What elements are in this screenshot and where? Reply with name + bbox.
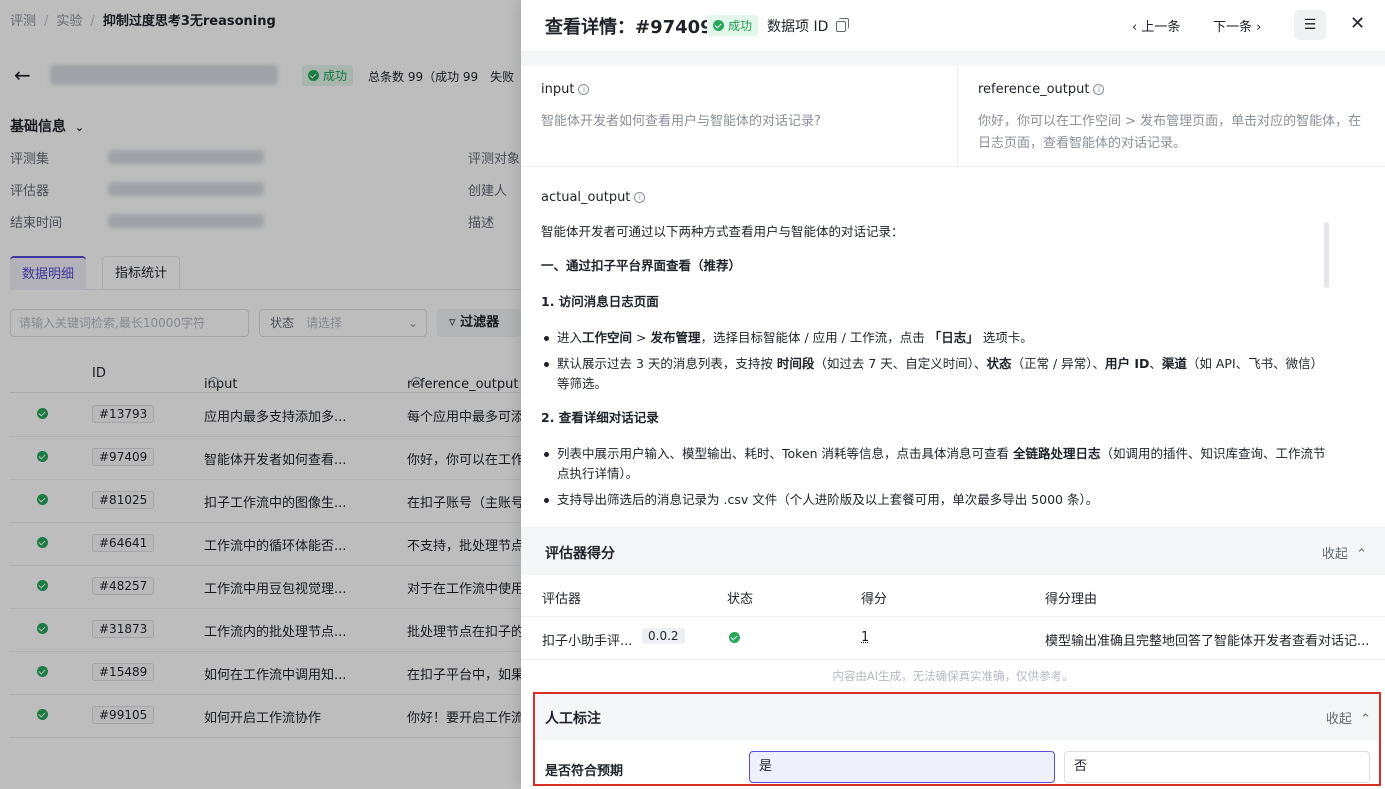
output-list: 进入工作空间 > 发布管理，选择目标智能体 / 应用 / 工作流，点击 「日志」… [541,328,1326,394]
output-intro: 智能体开发者可通过以下两种方式查看用户与智能体的对话记录： [541,224,904,239]
content-scrollbar[interactable] [1324,222,1329,288]
copy-icon[interactable] [836,18,850,32]
evaluator-section-header: 评估器得分 收起 ⌃ [521,527,1385,575]
chevron-left-icon: ‹ [1132,20,1138,35]
column-header-reason: 得分理由 [1045,592,1098,607]
info-icon[interactable]: i [634,192,646,203]
evaluator-table-header: 评估器 状态 得分 得分理由 [521,575,1385,617]
option-yes[interactable]: 是 [749,751,1055,783]
reference-label-text: reference_output [978,82,1090,97]
status-text: 成功 [728,19,753,33]
text-span: > [632,330,651,345]
reference-cell: reference_output i 你好，你可以在工作空间 > 发布管理页面，单… [958,66,1385,166]
input-value: 智能体开发者如何查看用户与智能体的对话记录? [541,114,821,129]
manual-collapse-button[interactable]: 收起 ⌃ [1326,708,1371,727]
text-span: （正常 / 异常）、 [1011,356,1105,371]
modal-overlay[interactable] [0,0,521,789]
column-header-score: 得分 [861,592,888,607]
drawer-title: 查看详情：#97409 [545,17,713,38]
data-id-label: 数据项 ID [767,19,829,35]
status-badge: 成功 [707,15,759,36]
bold-text: 渠道 [1161,356,1187,371]
data-id-copy[interactable]: 数据项 ID [767,16,850,36]
info-icon[interactable]: i [578,84,590,95]
actual-output-content: 智能体开发者可通过以下两种方式查看用户与智能体的对话记录： 一、通过扣子平台界面… [541,222,1326,517]
text-span: （如过去 7 天、自定义时间）、 [814,356,987,371]
info-icon[interactable]: i [1093,84,1105,95]
actual-output-label-text: actual_output [541,190,631,205]
text-span: 选项卡。 [978,330,1033,345]
evaluator-row: 扣子小助手评... 0.0.2 1 模型输出准确且完整地回答了智能体开发者查看对… [521,617,1385,660]
output-heading: 一、通过扣子平台界面查看（推荐） [541,258,742,273]
input-reference-row: input i 智能体开发者如何查看用户与智能体的对话记录? reference_… [521,66,1385,167]
prev-item-label: 上一条 [1141,20,1181,35]
actual-output-label: actual_output i [541,190,1331,205]
output-list-item: 列表中展示用户输入、模型输出、耗时、Token 消耗等信息，点击具体消息可查看 … [541,444,1326,484]
manual-annotation-title: 人工标注 [545,711,601,727]
evaluator-section-title: 评估器得分 [545,546,615,562]
chevron-right-icon: › [1256,20,1262,35]
column-header-evaluator: 评估器 [542,592,582,607]
text-span: 进入 [557,330,583,345]
ai-disclaimer: 内容由AI生成，无法确保真实准确，仅供参考。 [832,669,1074,683]
success-icon [729,632,740,643]
output-list-item: 支持导出筛选后的消息记录为 .csv 文件（个人进阶版及以上套餐可用，单次最多导… [541,490,1326,510]
chevron-up-icon: ⌃ [1360,712,1371,727]
bold-text: 全链路处理日志 [1013,446,1101,461]
column-header-status: 状态 [727,592,754,607]
settings-list-icon: ☰ [1303,17,1317,33]
bold-text: 「日志」 [928,330,979,345]
evaluator-reason: 模型输出准确且完整地回答了智能体开发者查看对话记... [1045,634,1370,649]
input-label-text: input [541,82,575,97]
bold-text: 发布管理 [650,330,701,345]
next-item-button[interactable]: 下一条 › [1213,16,1261,35]
output-list-item: 默认展示过去 3 天的消息列表，支持按 时间段（如过去 7 天、自定义时间）、状… [541,354,1326,394]
bold-text: 工作空间 [582,330,633,345]
text-span: 、 [1149,356,1162,371]
display-settings-button[interactable]: ☰ [1294,10,1326,40]
text-span: 列表中展示用户输入、模型输出、耗时、Token 消耗等信息，点击具体消息可查看 [557,446,1014,461]
output-list: 列表中展示用户输入、模型输出、耗时、Token 消耗等信息，点击具体消息可查看 … [541,444,1326,510]
next-item-label: 下一条 [1213,20,1253,35]
collapse-label: 收起 [1325,712,1352,727]
input-cell: input i 智能体开发者如何查看用户与智能体的对话记录? [521,66,958,166]
manual-annotation-section: 人工标注 收起 ⌃ 是否符合预期 是 否 [533,692,1381,786]
input-label: input i [541,82,937,97]
output-subheading: 1. 访问消息日志页面 [541,294,659,309]
text-span: 默认展示过去 3 天的消息列表，支持按 [557,356,777,371]
reference-label: reference_output i [978,82,1365,97]
detail-drawer: 查看详情：#97409 成功 数据项 ID ‹ 上一条 下一条 › ☰ ✕ in… [521,0,1385,789]
bold-text: 用户 ID [1104,356,1150,371]
header-divider [521,52,1385,66]
close-icon[interactable]: ✕ [1350,13,1365,34]
evaluator-collapse-button[interactable]: 收起 ⌃ [1322,543,1367,562]
text-span: ，选择目标智能体 / 应用 / 工作流，点击 [700,330,929,345]
option-no[interactable]: 否 [1064,751,1370,783]
bold-text: 时间段 [776,356,815,371]
output-list-item: 进入工作空间 > 发布管理，选择目标智能体 / 应用 / 工作流，点击 「日志」… [541,328,1326,348]
success-icon [713,20,724,31]
evaluator-version-badge: 0.0.2 [642,628,685,644]
collapse-label: 收起 [1321,547,1348,562]
drawer-header: 查看详情：#97409 成功 数据项 ID ‹ 上一条 下一条 › ☰ ✕ [521,0,1385,52]
prev-item-button[interactable]: ‹ 上一条 [1132,16,1180,35]
reference-value: 你好，你可以在工作空间 > 发布管理页面，单击对应的智能体，在日志页面，查看智能… [978,114,1362,151]
output-subheading: 2. 查看详细对话记录 [541,410,659,425]
chevron-up-icon: ⌃ [1356,547,1367,562]
manual-annotation-header: 人工标注 收起 ⌃ [535,694,1379,740]
annotation-question: 是否符合预期 [545,764,624,779]
evaluator-name[interactable]: 扣子小助手评... [542,630,632,649]
bold-text: 状态 [986,356,1012,371]
evaluator-score[interactable]: 1 [861,630,869,645]
